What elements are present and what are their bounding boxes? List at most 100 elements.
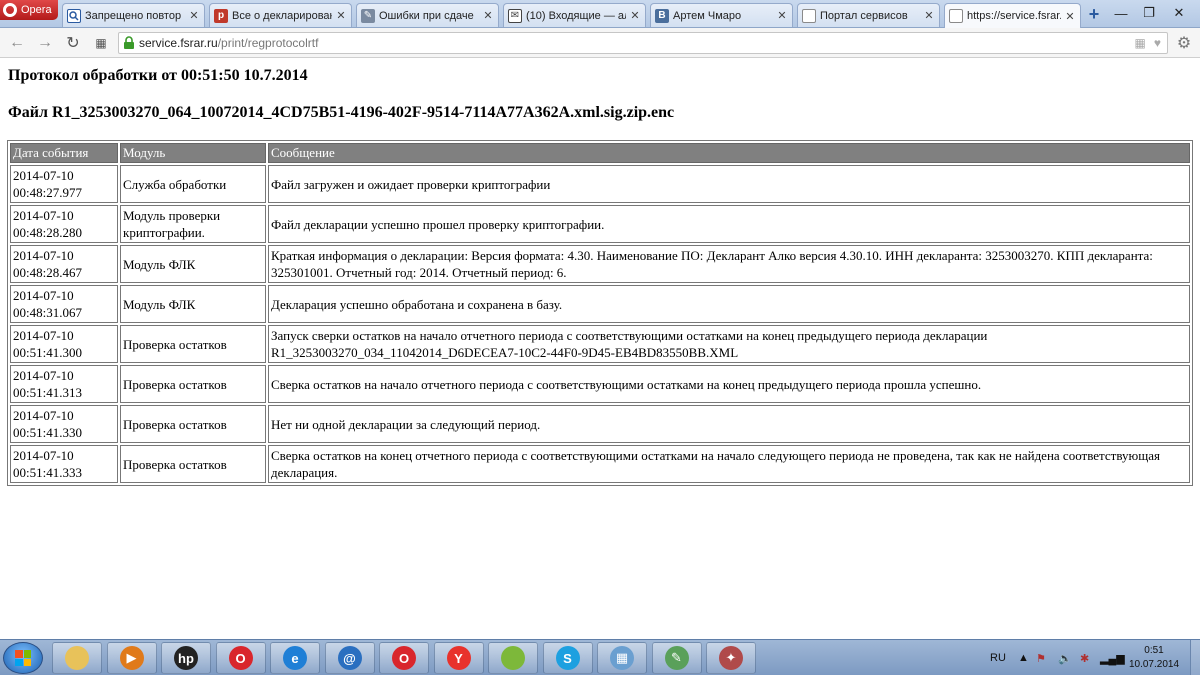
site-icon: р: [214, 8, 228, 23]
close-tab-icon[interactable]: ✕: [482, 10, 494, 22]
taskbar-app-button[interactable]: @: [324, 642, 375, 674]
event-time: 00:48:27.977: [13, 185, 82, 200]
cell-message: Сверка остатков на конец отчетного перио…: [268, 445, 1190, 483]
cell-module: Проверка остатков: [120, 365, 266, 403]
opera-menu-button[interactable]: Opera: [0, 0, 58, 20]
new-tab-button[interactable]: +: [1083, 4, 1105, 24]
event-time: 00:48:31.067: [13, 305, 82, 320]
tab-2[interactable]: р Все о декларирован ✕: [209, 3, 352, 27]
table-row: 2014-07-10 00:51:41.313 Проверка остатков С…: [10, 365, 1190, 403]
browser-menu-icon[interactable]: ⚙: [1174, 33, 1194, 53]
cell-module: Модуль проверки криптографии.: [120, 205, 266, 243]
table-row: 2014-07-10 00:48:28.280 Модуль проверки кр…: [10, 205, 1190, 243]
tab-5[interactable]: B Артем Чмаро ✕: [650, 3, 793, 27]
event-time: 00:51:41.333: [13, 465, 82, 480]
taskbar-app-button[interactable]: ✎: [651, 642, 702, 674]
event-time: 00:48:28.280: [13, 225, 82, 240]
cell-date: 2014-07-10 00:51:41.300: [10, 325, 118, 363]
cell-date: 2014-07-10 00:48:27.977: [10, 165, 118, 203]
event-date: 2014-07-10: [13, 288, 74, 303]
minimize-button[interactable]: —: [1108, 2, 1134, 24]
tab-label: Запрещено повтор: [85, 9, 182, 22]
speed-dial-icon[interactable]: ▦: [90, 33, 112, 53]
internet-explorer-icon: e: [283, 646, 307, 670]
event-date: 2014-07-10: [13, 208, 74, 223]
taskbar-app-button[interactable]: Y: [433, 642, 484, 674]
table-header-row: Дата события Модуль Сообщение: [10, 143, 1190, 163]
cell-date: 2014-07-10 00:51:41.333: [10, 445, 118, 483]
close-tab-icon[interactable]: ✕: [776, 10, 788, 22]
address-bar[interactable]: service.fsrar.ru /print/regprotocolrtf ▦…: [118, 32, 1168, 54]
tab-label: Артем Чмаро: [673, 9, 742, 22]
back-arrow-icon[interactable]: ←: [6, 33, 28, 53]
taskbar-app-button[interactable]: [488, 642, 538, 674]
grid-icon[interactable]: ▦: [1135, 36, 1146, 50]
event-time: 00:51:41.330: [13, 425, 82, 440]
heart-icon[interactable]: ♥: [1154, 36, 1161, 50]
media-player-icon: ▶: [119, 646, 144, 670]
taskbar-app-button[interactable]: [52, 642, 102, 674]
show-desktop-button[interactable]: [1190, 640, 1200, 675]
declarant-icon: ✎: [664, 646, 689, 670]
start-button[interactable]: [3, 642, 43, 674]
cell-date: 2014-07-10 00:51:41.330: [10, 405, 118, 443]
opera-logo-icon: [3, 3, 17, 17]
taskbar-app-button[interactable]: O: [215, 642, 266, 674]
maximize-button[interactable]: ❐: [1136, 2, 1162, 24]
close-tab-icon[interactable]: ✕: [335, 10, 347, 22]
search-icon: [67, 8, 81, 23]
flag-icon[interactable]: ⚑: [1036, 640, 1046, 675]
table-row: 2014-07-10 00:51:41.300 Проверка остатков З…: [10, 325, 1190, 363]
protocol-title: Протокол обработки от 00:51:50 10.7.2014: [8, 67, 308, 84]
taskbar-app-button[interactable]: ✦: [706, 642, 756, 674]
windows-logo-icon: [15, 650, 31, 666]
event-time: 00:48:28.467: [13, 265, 82, 280]
event-date: 2014-07-10: [13, 328, 74, 343]
cell-message: Сверка остатков на начало отчетного пери…: [268, 365, 1190, 403]
event-date: 2014-07-10: [13, 408, 74, 423]
close-window-button[interactable]: ✕: [1166, 2, 1192, 24]
tab-label: (10) Входящие — ал: [526, 9, 626, 22]
taskbar-app-button[interactable]: S: [542, 642, 593, 674]
antivirus-icon[interactable]: ✱: [1080, 640, 1089, 675]
close-tab-icon[interactable]: ✕: [1064, 10, 1076, 23]
taskbar-app-button[interactable]: ▦: [597, 642, 647, 674]
reload-icon[interactable]: ↻: [62, 33, 84, 53]
taskbar-app-button[interactable]: O: [379, 642, 429, 674]
url-host: service.fsrar.ru: [139, 36, 218, 50]
events-table-body: 2014-07-10 00:48:27.977 Служба обработки Фа…: [10, 165, 1190, 483]
page-icon: [802, 8, 816, 23]
close-tab-icon[interactable]: ✕: [923, 10, 935, 22]
events-table: Дата события Модуль Сообщение 2014-07-10…: [7, 140, 1193, 486]
event-date: 2014-07-10: [13, 168, 74, 183]
tab-7-active[interactable]: https://service.fsrar.r ✕: [944, 3, 1081, 28]
taskbar-app-button[interactable]: hp: [161, 642, 211, 674]
lock-icon[interactable]: [119, 33, 139, 53]
network-icon[interactable]: ▂▄▆: [1100, 640, 1125, 675]
clock-date: 10.07.2014: [1128, 659, 1180, 670]
cell-date: 2014-07-10 00:48:28.467: [10, 245, 118, 283]
volume-icon[interactable]: 🔈: [1058, 640, 1072, 675]
language-indicator[interactable]: RU: [990, 640, 1006, 675]
table-row: 2014-07-10 00:51:41.330 Проверка остатков Н…: [10, 405, 1190, 443]
tab-3[interactable]: ✎ Ошибки при сдаче ✕: [356, 3, 499, 27]
tab-6[interactable]: Портал сервисов ✕: [797, 3, 940, 27]
system-clock[interactable]: 0:51 10.07.2014: [1124, 644, 1184, 672]
forward-arrow-icon[interactable]: →: [34, 33, 56, 53]
cell-module: Проверка остатков: [120, 325, 266, 363]
taskbar-app-button[interactable]: ▶: [106, 642, 157, 674]
file-title: Файл R1_3253003270_064_10072014_4CD75B51…: [8, 104, 675, 121]
taskbar-app-button[interactable]: e: [270, 642, 320, 674]
tab-1[interactable]: Запрещено повтор ✕: [62, 3, 205, 27]
show-hidden-icons[interactable]: ▲: [1018, 640, 1029, 675]
cell-message: Запуск сверки остатков на начало отчетно…: [268, 325, 1190, 363]
cell-message: Файл загружен и ожидает проверки криптог…: [268, 165, 1190, 203]
cell-message: Декларация успешно обработана и сохранен…: [268, 285, 1190, 323]
close-tab-icon[interactable]: ✕: [188, 10, 200, 22]
cell-module: Служба обработки: [120, 165, 266, 203]
close-tab-icon[interactable]: ✕: [629, 10, 641, 22]
mail-icon: ✉: [508, 8, 522, 23]
pen-icon: ✎: [361, 8, 375, 23]
cell-module: Модуль ФЛК: [120, 285, 266, 323]
tab-4[interactable]: ✉ (10) Входящие — ал ✕: [503, 3, 646, 27]
